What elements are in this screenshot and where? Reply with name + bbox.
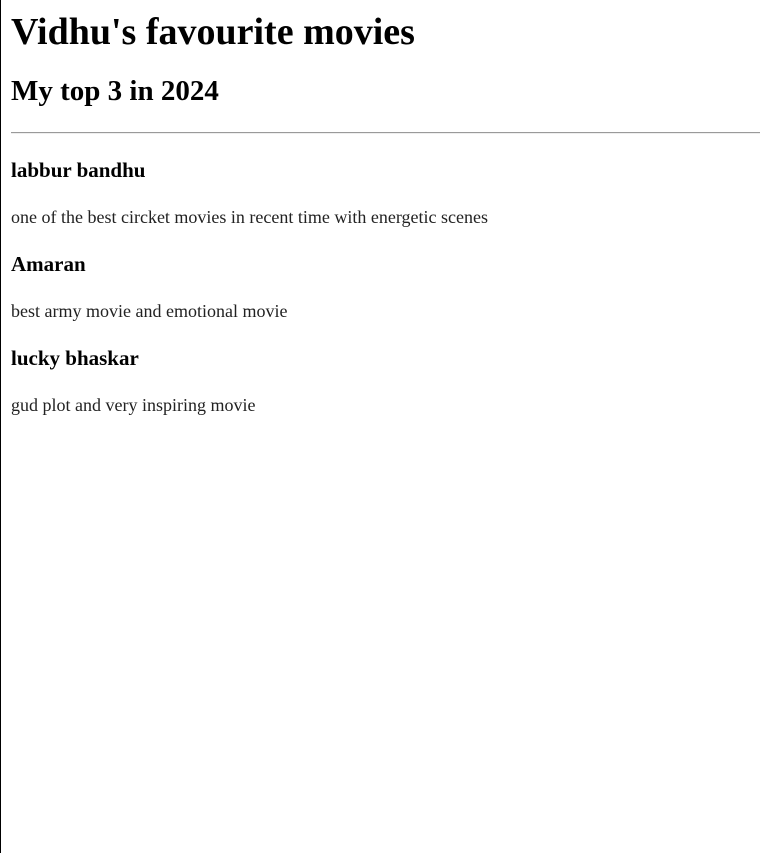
movie-title: labbur bandhu xyxy=(11,158,146,182)
movie-description: gud plot and very inspiring movie xyxy=(11,395,256,415)
movie-title: Amaran xyxy=(11,252,86,276)
movie-item-amaran: Amaran best army movie and emotional mov… xyxy=(11,252,760,322)
page-subtitle: My top 3 in 2024 xyxy=(11,75,219,107)
movie-title: lucky bhaskar xyxy=(11,346,139,370)
movie-item-lucky-bhaskar: lucky bhaskar gud plot and very inspirin… xyxy=(11,346,760,416)
movie-description: one of the best circket movies in recent… xyxy=(11,207,488,227)
window-left-border xyxy=(0,0,1,853)
page-title: Vidhu's favourite movies xyxy=(11,11,415,53)
movie-item-labbur-bandhu: labbur bandhu one of the best circket mo… xyxy=(11,158,760,228)
movie-description: best army movie and emotional movie xyxy=(11,301,288,321)
page-content: Vidhu's favourite movies My top 3 in 202… xyxy=(11,0,760,416)
section-divider xyxy=(11,132,760,134)
